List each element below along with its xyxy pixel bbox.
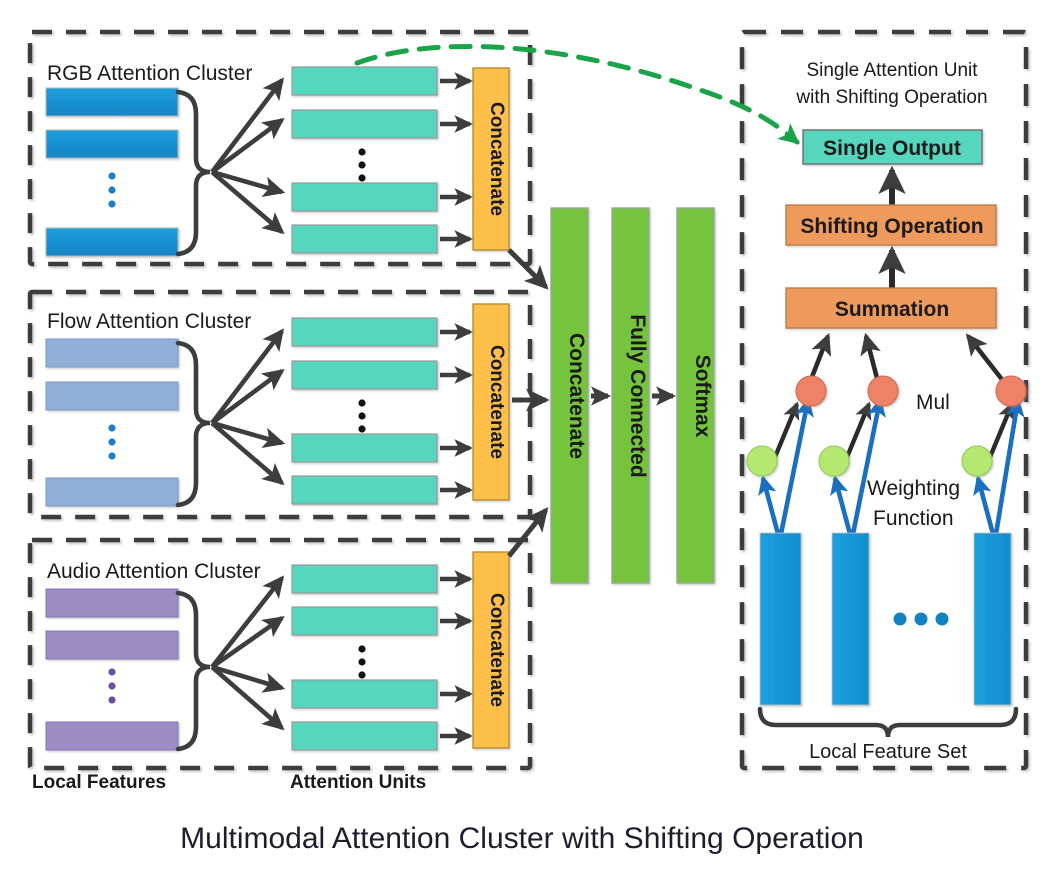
diagram-canvas: RGB Attention Cluster Concatenate Flow A…	[27, 29, 1029, 855]
weighting-node	[746, 445, 778, 477]
attention-unit	[291, 360, 438, 390]
column-label-attention-units: Attention Units	[290, 772, 426, 793]
summation-label: Summation	[835, 298, 949, 321]
ellipsis-dot	[893, 612, 907, 626]
single-output-label: Single Output	[823, 137, 961, 160]
ellipsis-dot	[108, 668, 116, 676]
ellipsis-dot	[108, 682, 116, 690]
attention-unit	[291, 721, 438, 751]
local-feature-bar	[45, 381, 179, 411]
weighting-node	[961, 445, 993, 477]
detail-feature-bar	[831, 532, 870, 706]
rgb-to-fusion-arrow	[507, 248, 549, 290]
ellipsis-dot	[358, 425, 366, 433]
local-feature-bar	[45, 630, 179, 660]
shifting-operation-label: Shifting Operation	[800, 215, 983, 238]
feature-brace	[175, 340, 211, 508]
ellipsis-dot	[935, 612, 949, 626]
weighting-function-label-line1: Weighting	[867, 477, 960, 500]
fusion-blocks: Concatenate Fully Connected Softmax	[550, 207, 715, 584]
column-label-local-features: Local Features	[32, 772, 166, 793]
ellipsis-dot	[358, 174, 366, 182]
local-feature-bar	[45, 588, 179, 618]
attention-unit	[291, 66, 438, 96]
feature-to-unit-arrows	[210, 575, 286, 731]
detail-panel: Single Attention Unit with Shifting Oper…	[739, 29, 1029, 771]
attention-unit	[291, 182, 438, 212]
concatenate-label-audio: Concatenate	[486, 593, 507, 707]
ellipsis-dot	[358, 412, 366, 420]
detail-panel-title-line1: Single Attention Unit	[806, 60, 978, 81]
detail-feature-bar	[973, 532, 1012, 706]
ellipsis-dot	[358, 645, 366, 653]
weighting-node	[818, 445, 850, 477]
detail-panel-title-line2: with Shifting Operation	[795, 87, 987, 108]
local-feature-bar	[45, 129, 179, 159]
detail-feature-bar	[759, 532, 802, 706]
attention-unit	[291, 606, 438, 636]
feature-brace	[175, 89, 211, 257]
cluster-flow-label: Flow Attention Cluster	[47, 310, 251, 333]
feature-brace	[175, 590, 211, 752]
unit-to-concat-arrows	[440, 72, 473, 248]
attention-unit	[291, 433, 438, 463]
feature-to-unit-arrows	[210, 77, 286, 235]
local-feature-bar	[45, 338, 179, 368]
concatenate-label-flow: Concatenate	[486, 345, 507, 459]
ellipsis-dot	[108, 186, 116, 194]
cluster-audio: Audio Attention Cluster Concatenate	[27, 537, 533, 771]
ellipsis-dot	[358, 671, 366, 679]
cluster-audio-label: Audio Attention Cluster	[47, 560, 261, 583]
ellipsis-dot	[358, 148, 366, 156]
ellipsis-dot	[108, 452, 116, 460]
figure-title: Multimodal Attention Cluster with Shifti…	[180, 822, 864, 855]
fusion-label-fully-connected: Fully Connected	[626, 314, 649, 477]
cluster-rgb: RGB Attention Cluster Concatenate	[27, 29, 533, 267]
unit-to-concat-arrows	[440, 323, 473, 499]
local-feature-set-brace	[757, 706, 1019, 738]
local-feature-bar	[45, 721, 179, 751]
cluster-to-fusion-arrows	[507, 248, 550, 558]
mul-label: Mul	[916, 391, 950, 414]
local-feature-bar	[45, 477, 179, 507]
cluster-flow: Flow Attention Cluster Concatenate	[27, 289, 533, 520]
cluster-rgb-label: RGB Attention Cluster	[47, 62, 252, 85]
attention-unit	[291, 224, 438, 254]
mul-to-summation-arrows	[807, 332, 1006, 384]
feature-to-unit-arrows	[210, 328, 286, 486]
ellipsis-dot	[914, 612, 928, 626]
ellipsis-dot	[108, 200, 116, 208]
ellipsis-dot	[358, 161, 366, 169]
ellipsis-dot	[358, 399, 366, 407]
mul-node	[795, 375, 827, 407]
weighting-function-label-line2: Function	[873, 507, 954, 530]
attention-unit	[291, 475, 438, 505]
mul-node	[867, 375, 899, 407]
ellipsis-dot	[108, 172, 116, 180]
fusion-label-softmax: Softmax	[691, 355, 714, 438]
attention-unit	[291, 109, 438, 139]
concatenate-label-rgb: Concatenate	[486, 102, 507, 216]
local-feature-set-label: Local Feature Set	[809, 741, 967, 763]
ellipsis-dot	[108, 424, 116, 432]
attention-unit	[291, 564, 438, 594]
local-feature-bar	[45, 87, 179, 117]
mul-node	[995, 375, 1027, 407]
fusion-label-concatenate: Concatenate	[565, 333, 588, 459]
attention-unit	[291, 317, 438, 347]
ellipsis-dot	[108, 696, 116, 704]
unit-to-concat-arrows	[440, 570, 473, 745]
attention-unit	[291, 679, 438, 709]
figure-root: RGB Attention Cluster Concatenate Flow A…	[0, 0, 1044, 876]
ellipsis-dot	[108, 438, 116, 446]
ellipsis-dot	[358, 658, 366, 666]
local-feature-bar	[45, 227, 179, 257]
